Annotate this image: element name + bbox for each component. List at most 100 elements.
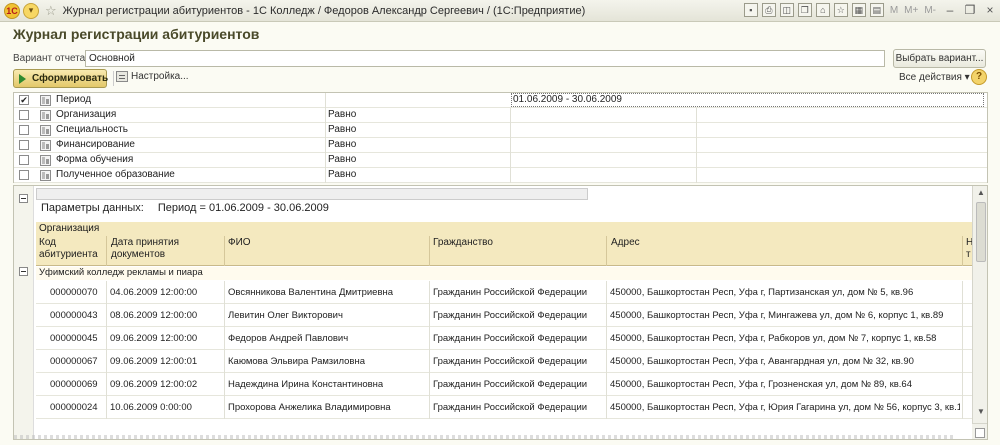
divider	[510, 153, 511, 168]
filter-row[interactable]: Полученное образование Равно	[14, 168, 987, 183]
save-icon[interactable]: ▪	[743, 3, 758, 17]
print-icon[interactable]: ⎙	[761, 3, 776, 17]
filter-row[interactable]: ✔ Период 01.06.2009 - 30.06.2009	[14, 93, 987, 108]
filter-name: Период	[56, 94, 92, 105]
filter-checkbox[interactable]	[19, 140, 29, 150]
all-actions-button[interactable]: Все действия ▾	[899, 72, 970, 83]
variant-row: Вариант отчета: Основной Выбрать вариант…	[13, 49, 988, 68]
data-parameters: Параметры данных: Период = 01.06.2009 - 3…	[41, 202, 329, 214]
memory-plus-button[interactable]: M+	[904, 5, 918, 16]
cell-code: 000000024	[50, 402, 98, 413]
favorite-star-icon[interactable]: ☆	[45, 3, 57, 19]
cell-citizenship: Гражданин Российской Федерации	[433, 356, 588, 367]
filter-name: Финансирование	[56, 139, 135, 150]
vertical-scrollbar[interactable]: ▲ ▼	[972, 186, 987, 439]
cell-code: 000000067	[50, 356, 98, 367]
divider	[224, 304, 225, 327]
filter-row[interactable]: Финансирование Равно	[14, 138, 987, 153]
filter-row[interactable]: Организация Равно	[14, 108, 987, 123]
divider	[429, 236, 430, 266]
filter-field-icon	[40, 155, 51, 166]
scroll-down-icon[interactable]: ▼	[975, 407, 987, 419]
close-icon[interactable]: ×	[984, 3, 996, 17]
divider	[106, 281, 107, 304]
divider	[962, 304, 963, 327]
variant-field[interactable]: Основной	[85, 50, 885, 67]
window-title: Журнал регистрации абитуриентов - 1С Кол…	[62, 4, 586, 17]
cell-date: 10.06.2009 0:00:00	[110, 402, 192, 413]
cell-citizenship: Гражданин Российской Федерации	[433, 287, 588, 298]
filter-condition: Равно	[328, 139, 357, 150]
calculator-icon[interactable]: ▦	[851, 3, 866, 17]
table-row[interactable]: 000000045 09.06.2009 12:00:00 Федоров Ан…	[36, 327, 976, 350]
star-icon[interactable]: ☆	[833, 3, 848, 17]
filter-checkbox[interactable]: ✔	[19, 95, 29, 105]
divider	[510, 108, 511, 123]
filter-name: Организация	[56, 109, 117, 120]
filter-condition: Равно	[328, 109, 357, 120]
cell-name: Каюмова Эльвира Рамзиловна	[228, 356, 365, 367]
minimize-icon[interactable]: –	[944, 3, 956, 17]
cell-name: Овсянникова Валентина Дмитриевна	[228, 287, 394, 298]
filter-row[interactable]: Специальность Равно	[14, 123, 987, 138]
titlebar-tools: ▪ ⎙ ◫ ❐ ⌂ ☆ ▦ ▤ M M+ M- – ❐ ×	[740, 3, 996, 17]
table-row[interactable]: 000000070 04.06.2009 12:00:00 Овсянников…	[36, 281, 976, 304]
collapse-params-icon[interactable]	[19, 194, 28, 203]
window-titlebar: 1C ▾ ☆ Журнал регистрации абитуриентов -…	[0, 0, 1000, 22]
filter-name: Полученное образование	[56, 169, 175, 180]
filter-row[interactable]: Форма обучения Равно	[14, 153, 987, 168]
divider	[325, 138, 326, 153]
filter-checkbox[interactable]	[19, 170, 29, 180]
1c-logo-icon[interactable]: 1C	[4, 2, 20, 19]
report-toolbar: Сформировать Настройка... Все действия ▾…	[13, 69, 988, 89]
divider	[696, 153, 697, 168]
preview-icon[interactable]: ◫	[779, 3, 794, 17]
cell-name: Федоров Андрей Павлович	[228, 333, 349, 344]
column-header-address: Адрес	[611, 237, 640, 248]
table-row[interactable]: 000000067 09.06.2009 12:00:01 Каюмова Эл…	[36, 350, 976, 373]
filter-value[interactable]: 01.06.2009 - 30.06.2009	[513, 94, 622, 105]
home-icon[interactable]: ⌂	[815, 3, 830, 17]
choose-variant-button[interactable]: Выбрать вариант...	[893, 49, 986, 68]
scroll-up-icon[interactable]: ▲	[975, 188, 987, 200]
copy-icon[interactable]: ❐	[797, 3, 812, 17]
memory-minus-button[interactable]: M-	[924, 5, 936, 16]
generate-button[interactable]: Сформировать	[13, 69, 108, 88]
restore-icon[interactable]: ❐	[964, 3, 976, 17]
table-row[interactable]: 000000069 09.06.2009 12:00:02 Надеждина …	[36, 373, 976, 396]
scroll-thumb[interactable]	[976, 202, 986, 262]
divider	[606, 396, 607, 419]
report-header-bar	[36, 188, 588, 200]
cell-code: 000000045	[50, 333, 98, 344]
table-row[interactable]: 000000043 08.06.2009 12:00:00 Левитин Ол…	[36, 304, 976, 327]
collapse-organization-icon[interactable]	[19, 267, 28, 276]
divider	[696, 108, 697, 123]
calendar-icon[interactable]: ▤	[869, 3, 884, 17]
filter-field-icon	[40, 95, 51, 106]
main-menu-icon[interactable]: ▾	[23, 2, 39, 19]
help-icon[interactable]: ?	[971, 69, 987, 85]
variant-label: Вариант отчета:	[13, 53, 88, 64]
cell-citizenship: Гражданин Российской Федерации	[433, 402, 588, 413]
divider	[962, 350, 963, 373]
corner-button[interactable]	[975, 428, 985, 438]
partially-visible-row	[14, 435, 954, 439]
organization-group-row[interactable]: Уфимский колледж рекламы и пиара	[36, 267, 976, 280]
settings-button[interactable]: Настройка...	[116, 71, 189, 82]
filter-field-icon	[40, 125, 51, 136]
divider	[606, 373, 607, 396]
memory-button[interactable]: M	[890, 5, 898, 16]
divider	[510, 168, 511, 183]
divider	[510, 138, 511, 153]
settings-icon	[116, 71, 128, 82]
filter-checkbox[interactable]	[19, 125, 29, 135]
filter-condition: Равно	[328, 154, 357, 165]
filter-table: ✔ Период 01.06.2009 - 30.06.2009 Организ…	[13, 92, 988, 183]
filter-checkbox[interactable]	[19, 110, 29, 120]
table-row[interactable]: 000000024 10.06.2009 0:00:00 Прохорова А…	[36, 396, 976, 419]
divider	[606, 304, 607, 327]
divider	[106, 327, 107, 350]
filter-name: Специальность	[56, 124, 128, 135]
scroll-corner	[972, 423, 987, 439]
filter-checkbox[interactable]	[19, 155, 29, 165]
